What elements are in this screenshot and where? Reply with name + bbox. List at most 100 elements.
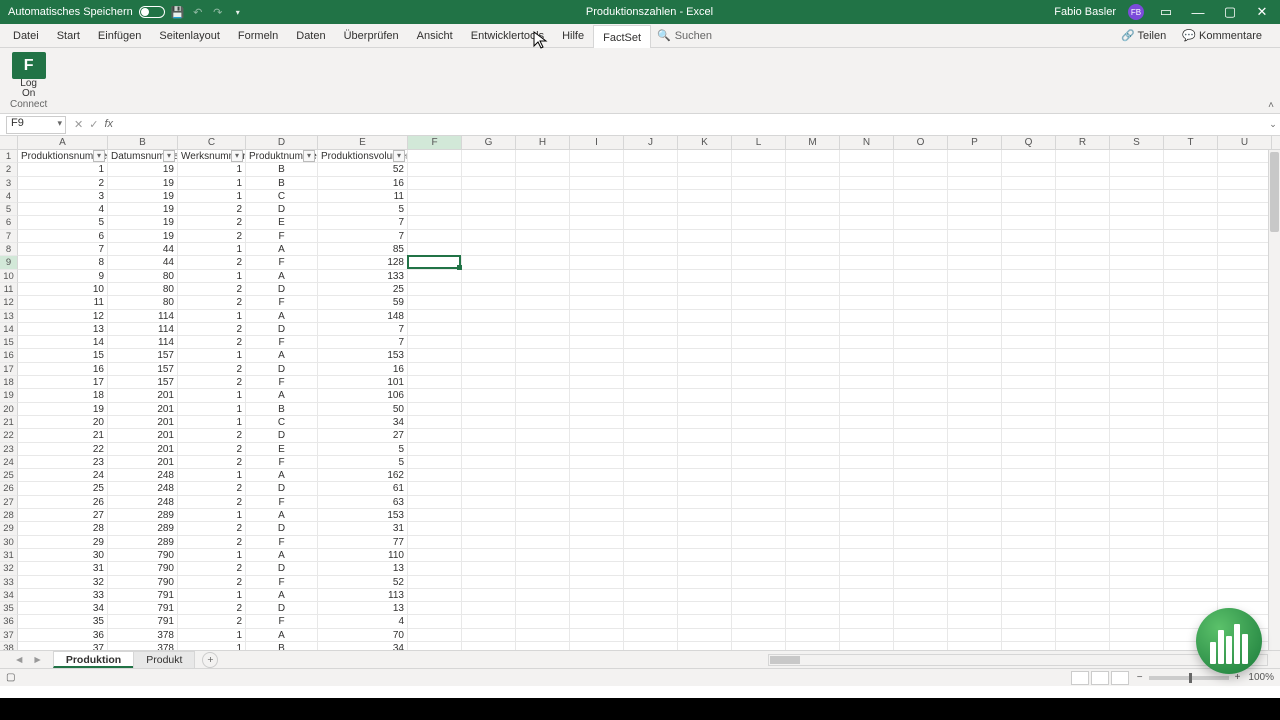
cell-N10[interactable]	[840, 270, 894, 283]
fx-icon[interactable]: fx	[104, 118, 113, 131]
cell-L22[interactable]	[732, 429, 786, 442]
cell-C10[interactable]: 1	[178, 270, 246, 283]
cell-U10[interactable]	[1218, 270, 1272, 283]
cell-A31[interactable]: 30	[18, 549, 108, 562]
cell-U32[interactable]	[1218, 562, 1272, 575]
cell-E31[interactable]: 110	[318, 549, 408, 562]
cell-E26[interactable]: 61	[318, 482, 408, 495]
cell-E21[interactable]: 34	[318, 416, 408, 429]
cell-E18[interactable]: 101	[318, 376, 408, 389]
cell-U14[interactable]	[1218, 323, 1272, 336]
horizontal-scrollbar[interactable]	[768, 654, 1268, 666]
cell-A1[interactable]: Produktionsnummer	[18, 150, 108, 163]
cell-M5[interactable]	[786, 203, 840, 216]
cell-I29[interactable]	[570, 522, 624, 535]
cell-U13[interactable]	[1218, 310, 1272, 323]
cell-N33[interactable]	[840, 576, 894, 589]
col-header-O[interactable]: O	[894, 136, 948, 149]
cell-D34[interactable]: A	[246, 589, 318, 602]
cell-B25[interactable]: 248	[108, 469, 178, 482]
cell-O29[interactable]	[894, 522, 948, 535]
cell-K3[interactable]	[678, 177, 732, 190]
cell-G5[interactable]	[462, 203, 516, 216]
cell-D27[interactable]: F	[246, 496, 318, 509]
cell-P18[interactable]	[948, 376, 1002, 389]
cell-N2[interactable]	[840, 163, 894, 176]
cell-C28[interactable]: 1	[178, 509, 246, 522]
cell-P28[interactable]	[948, 509, 1002, 522]
cell-O16[interactable]	[894, 349, 948, 362]
cell-I26[interactable]	[570, 482, 624, 495]
sheet-tab-produktion[interactable]: Produktion	[53, 651, 134, 668]
cell-U34[interactable]	[1218, 589, 1272, 602]
cell-I10[interactable]	[570, 270, 624, 283]
cell-P11[interactable]	[948, 283, 1002, 296]
cell-C31[interactable]: 1	[178, 549, 246, 562]
cell-S5[interactable]	[1110, 203, 1164, 216]
cell-F29[interactable]	[408, 522, 462, 535]
cell-T4[interactable]	[1164, 190, 1218, 203]
cell-L13[interactable]	[732, 310, 786, 323]
sheet-nav-next[interactable]: ►	[28, 654, 46, 666]
cell-K8[interactable]	[678, 243, 732, 256]
cell-U19[interactable]	[1218, 389, 1272, 402]
cell-L15[interactable]	[732, 336, 786, 349]
cell-M30[interactable]	[786, 536, 840, 549]
cell-K22[interactable]	[678, 429, 732, 442]
cell-L24[interactable]	[732, 456, 786, 469]
cell-N17[interactable]	[840, 363, 894, 376]
cell-K1[interactable]	[678, 150, 732, 163]
cell-K18[interactable]	[678, 376, 732, 389]
cell-E32[interactable]: 13	[318, 562, 408, 575]
cell-C15[interactable]: 2	[178, 336, 246, 349]
cell-F6[interactable]	[408, 216, 462, 229]
cell-Q23[interactable]	[1002, 443, 1056, 456]
cell-P13[interactable]	[948, 310, 1002, 323]
cell-J20[interactable]	[624, 403, 678, 416]
cell-F27[interactable]	[408, 496, 462, 509]
col-header-K[interactable]: K	[678, 136, 732, 149]
cell-O10[interactable]	[894, 270, 948, 283]
cell-N15[interactable]	[840, 336, 894, 349]
cell-N38[interactable]	[840, 642, 894, 650]
cell-M16[interactable]	[786, 349, 840, 362]
cell-T26[interactable]	[1164, 482, 1218, 495]
cell-D22[interactable]: D	[246, 429, 318, 442]
row-header-25[interactable]: 25	[0, 469, 18, 482]
cell-N5[interactable]	[840, 203, 894, 216]
cell-H35[interactable]	[516, 602, 570, 615]
cell-G17[interactable]	[462, 363, 516, 376]
col-header-F[interactable]: F	[408, 136, 462, 149]
cell-G4[interactable]	[462, 190, 516, 203]
cell-H4[interactable]	[516, 190, 570, 203]
cell-D11[interactable]: D	[246, 283, 318, 296]
cell-C9[interactable]: 2	[178, 256, 246, 269]
cell-Q10[interactable]	[1002, 270, 1056, 283]
cell-C19[interactable]: 1	[178, 389, 246, 402]
cell-E15[interactable]: 7	[318, 336, 408, 349]
cell-S22[interactable]	[1110, 429, 1164, 442]
cell-Q16[interactable]	[1002, 349, 1056, 362]
cell-I14[interactable]	[570, 323, 624, 336]
zoom-out-button[interactable]: −	[1137, 672, 1143, 683]
cell-P34[interactable]	[948, 589, 1002, 602]
cell-D35[interactable]: D	[246, 602, 318, 615]
maximize-icon[interactable]: ▢	[1220, 4, 1240, 20]
cell-I20[interactable]	[570, 403, 624, 416]
cell-O30[interactable]	[894, 536, 948, 549]
cell-D30[interactable]: F	[246, 536, 318, 549]
cell-E37[interactable]: 70	[318, 629, 408, 642]
cell-C22[interactable]: 2	[178, 429, 246, 442]
zoom-slider[interactable]	[1149, 676, 1229, 680]
cell-F23[interactable]	[408, 443, 462, 456]
cell-L34[interactable]	[732, 589, 786, 602]
cell-A26[interactable]: 25	[18, 482, 108, 495]
cell-H9[interactable]	[516, 256, 570, 269]
cell-E9[interactable]: 128	[318, 256, 408, 269]
cell-N22[interactable]	[840, 429, 894, 442]
cell-J16[interactable]	[624, 349, 678, 362]
cell-C16[interactable]: 1	[178, 349, 246, 362]
cell-O33[interactable]	[894, 576, 948, 589]
cell-N29[interactable]	[840, 522, 894, 535]
cell-E14[interactable]: 7	[318, 323, 408, 336]
